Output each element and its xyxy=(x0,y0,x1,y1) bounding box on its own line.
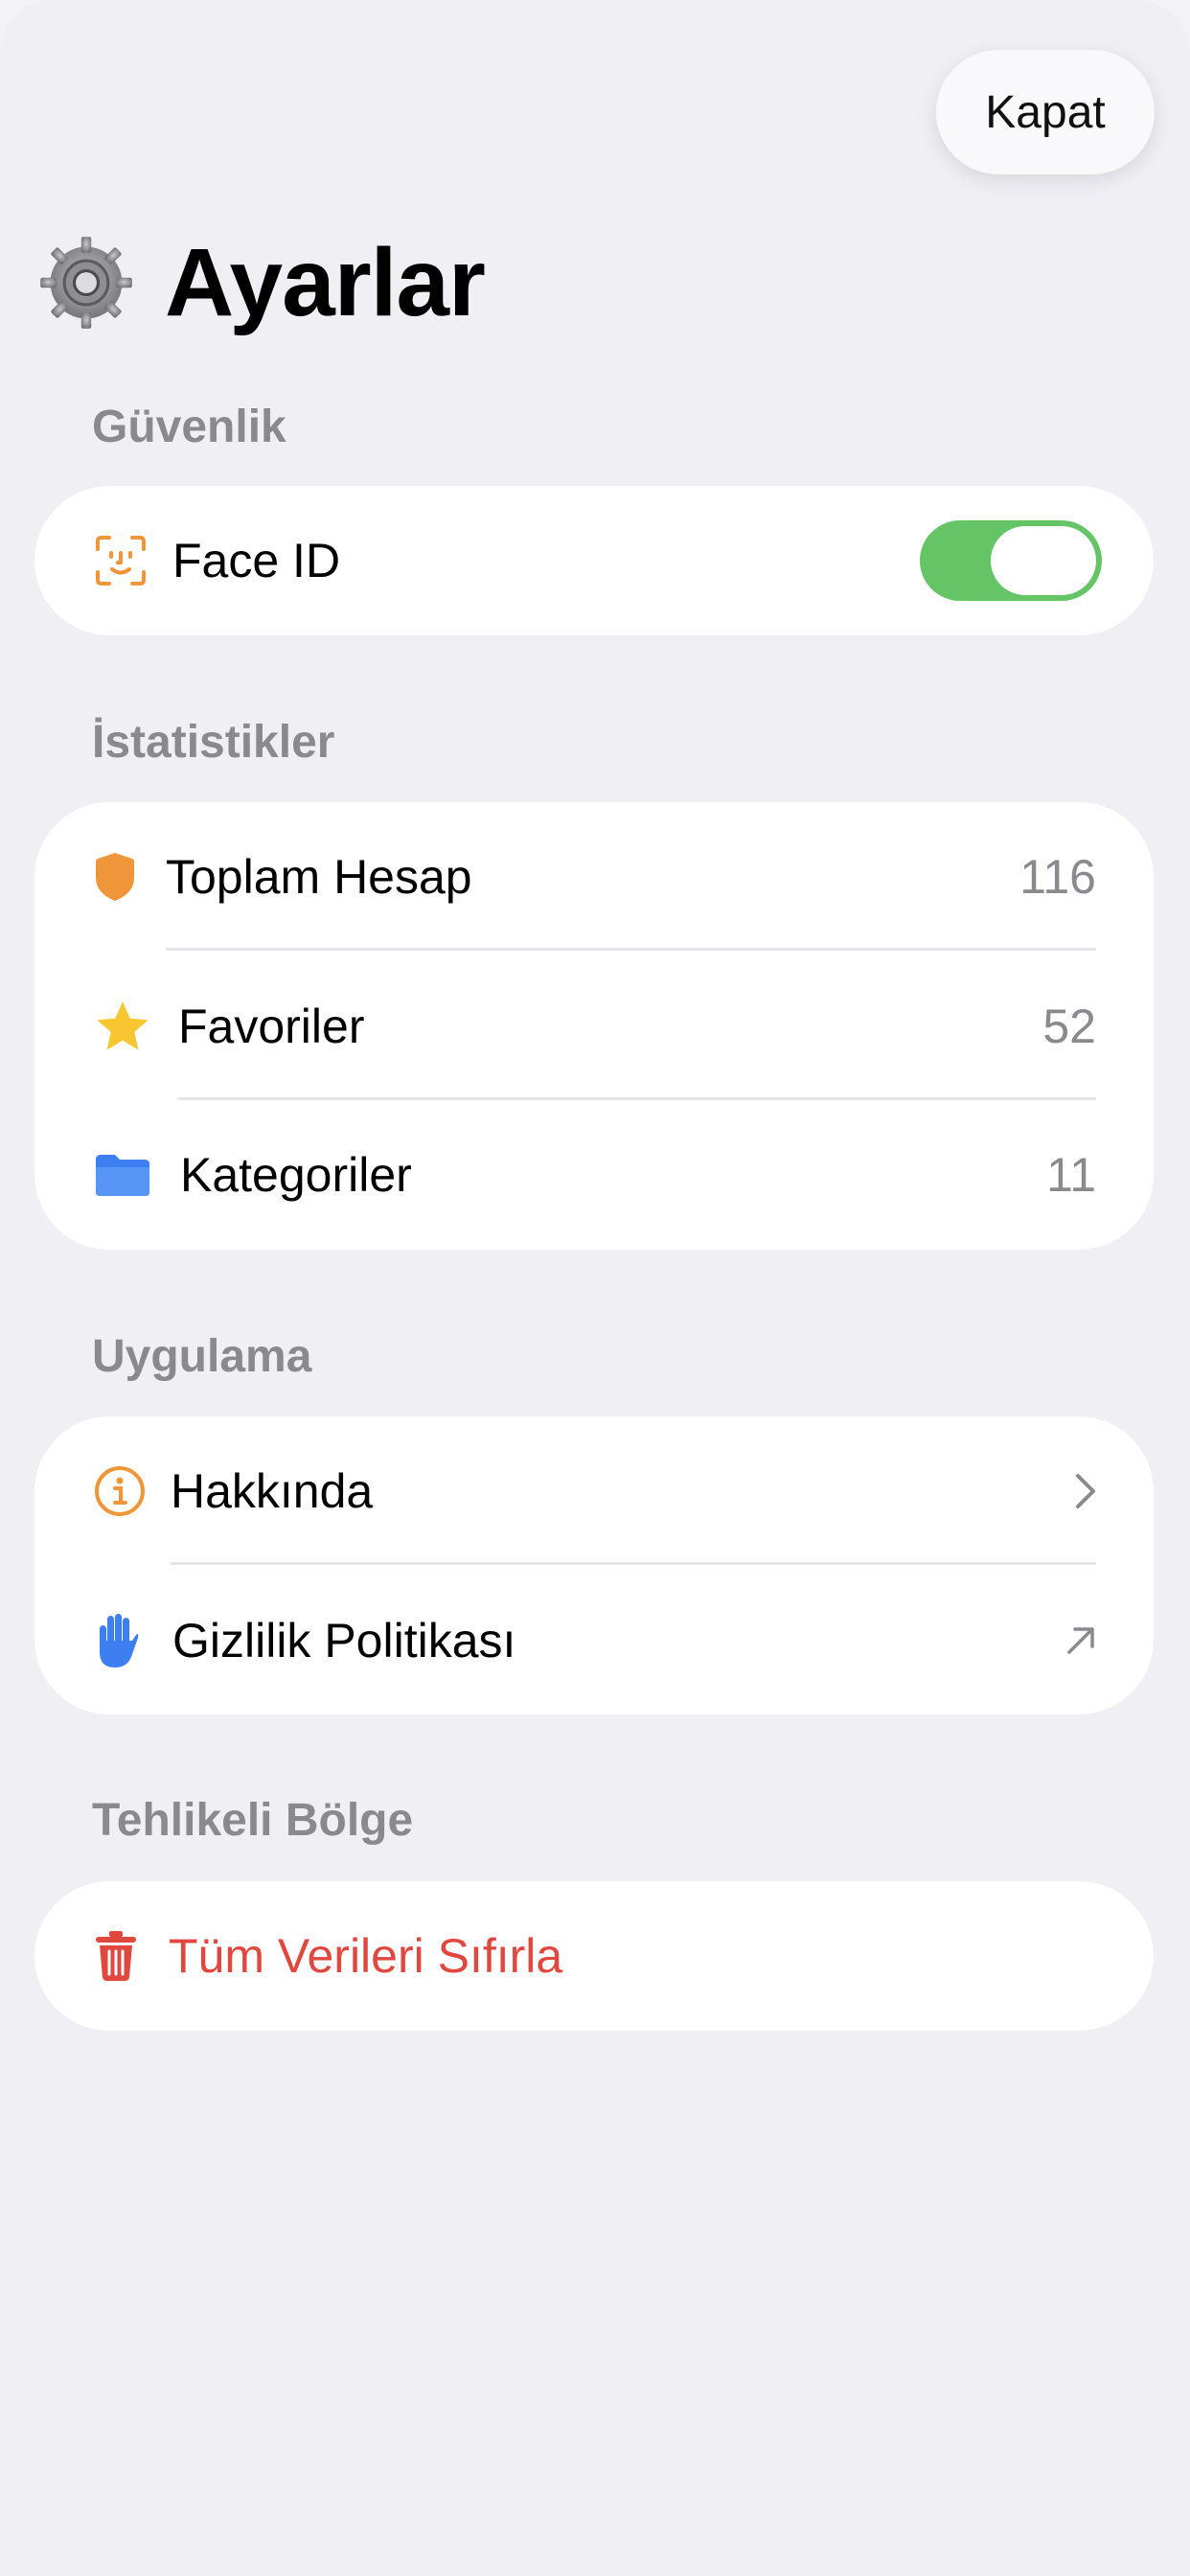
hand-icon xyxy=(94,1612,140,1669)
privacy-policy-label: Gizlilik Politikası xyxy=(172,1614,516,1668)
star-icon xyxy=(94,999,151,1054)
reset-data-label: Tüm Verileri Sıfırla xyxy=(169,1929,563,1983)
face-id-toggle[interactable] xyxy=(920,520,1102,601)
stat-value: 52 xyxy=(1042,1000,1096,1053)
stat-label: Favoriler xyxy=(178,1000,365,1053)
folder-icon xyxy=(94,1152,151,1198)
section-header-danger: Tehlikeli Bölge xyxy=(92,1795,414,1846)
face-id-label: Face ID xyxy=(172,534,341,587)
page-title: Ayarlar xyxy=(165,228,486,336)
about-label: Hakkında xyxy=(171,1464,374,1518)
face-id-row: Face ID xyxy=(34,486,1154,635)
settings-screen: Kapat Ayarlar Güvenlik Face ID İstatisti… xyxy=(0,0,1190,2576)
stat-value: 116 xyxy=(1019,850,1096,904)
stat-label: Kategoriler xyxy=(180,1148,412,1202)
stat-row-favorites: Favoriler 52 xyxy=(34,952,1154,1101)
reset-data-row[interactable]: Tüm Verileri Sıfırla xyxy=(34,1881,1154,2031)
info-icon xyxy=(94,1465,146,1517)
security-card: Face ID xyxy=(34,486,1154,635)
danger-card: Tüm Verileri Sıfırla xyxy=(34,1881,1154,2031)
external-link-arrow-icon xyxy=(1065,1625,1096,1656)
about-row[interactable]: Hakkında xyxy=(34,1416,1154,1566)
app-card: Hakkında Gizlilik Politikası xyxy=(34,1416,1154,1714)
stat-label: Toplam Hesap xyxy=(166,850,472,904)
stat-row-categories: Kategoriler 11 xyxy=(34,1100,1154,1250)
gear-icon xyxy=(40,237,132,329)
row-divider xyxy=(171,1562,1096,1565)
section-header-app: Uygulama xyxy=(92,1331,312,1382)
chevron-right-icon xyxy=(1075,1473,1096,1509)
title-row: Ayarlar xyxy=(36,222,486,343)
close-button[interactable]: Kapat xyxy=(936,50,1155,174)
privacy-policy-row[interactable]: Gizlilik Politikası xyxy=(34,1566,1154,1715)
stat-row-total-accounts: Toplam Hesap 116 xyxy=(34,802,1154,952)
section-header-stats: İstatistikler xyxy=(92,717,335,768)
face-id-icon xyxy=(94,534,148,587)
shield-icon xyxy=(94,851,136,903)
toggle-knob xyxy=(991,526,1096,595)
stats-card: Toplam Hesap 116 Favoriler 52 Kategorile… xyxy=(34,802,1154,1250)
stat-value: 11 xyxy=(1046,1148,1096,1202)
row-divider xyxy=(166,948,1096,951)
trash-icon xyxy=(94,1929,138,1983)
section-header-security: Güvenlik xyxy=(92,402,286,452)
